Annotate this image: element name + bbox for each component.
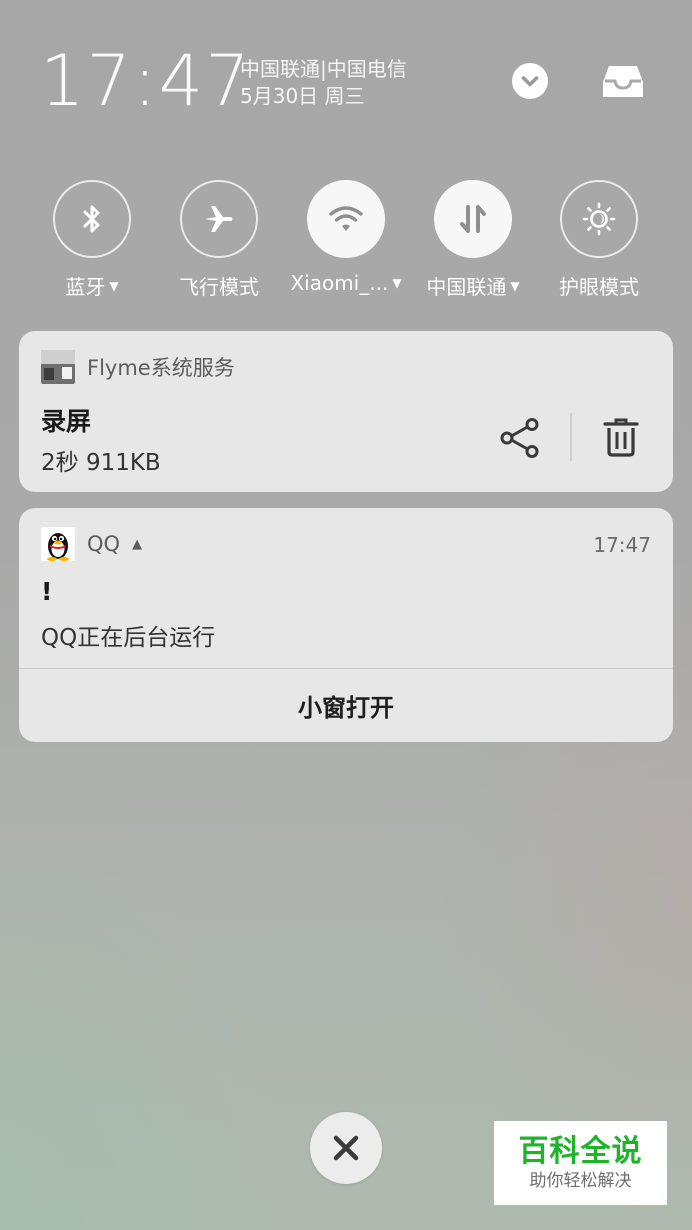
qq-notification[interactable]: QQ ▲ 17:47 ! QQ正在后台运行 小窗打开: [19, 508, 673, 742]
recording-thumbnail: [41, 350, 75, 384]
dropdown-caret-icon: ▼: [109, 278, 119, 293]
clear-all-button[interactable]: [310, 1112, 382, 1184]
collapse-arrow-icon[interactable]: ▲: [132, 537, 142, 552]
toggle-bluetooth-circle[interactable]: [53, 180, 131, 258]
notification-title: 录屏: [41, 407, 92, 436]
share-button[interactable]: [497, 415, 543, 461]
notification-title: !: [41, 577, 53, 606]
toggle-airplane-circle[interactable]: [180, 180, 258, 258]
toggle-eye-care[interactable]: 护眼模式: [544, 180, 654, 300]
notification-body: QQ正在后台运行: [41, 625, 216, 651]
screen-recording-notification[interactable]: Flyme系统服务 录屏 2秒 911KB: [19, 331, 673, 492]
toggle-label: Xiaomi_...: [290, 271, 389, 295]
dropdown-caret-icon: ▼: [392, 276, 402, 290]
watermark-title: 百科全说: [518, 1134, 643, 1169]
app-name: QQ: [87, 532, 121, 556]
expand-button[interactable]: [511, 62, 549, 100]
clock: 17:47: [40, 40, 252, 122]
chevron-down-icon: [512, 63, 548, 99]
date-label: 5月30日 周三: [240, 84, 365, 108]
notification-app-header[interactable]: QQ ▲: [41, 527, 142, 561]
notification-time: 17:47: [593, 533, 651, 557]
bluetooth-icon: [83, 205, 100, 233]
watermark: 百科全说 助你轻松解决: [494, 1121, 667, 1205]
carrier-date-block: 中国联通|中国电信 5月30日 周三: [240, 56, 407, 110]
dropdown-caret-icon: ▼: [510, 278, 520, 293]
mobile-data-icon: [460, 205, 486, 233]
watermark-subtitle: 助你轻松解决: [529, 1171, 632, 1191]
toggle-bluetooth[interactable]: 蓝牙 ▼: [37, 180, 147, 300]
wifi-icon: [329, 206, 363, 231]
close-icon: [333, 1135, 359, 1161]
toggle-label: 蓝牙: [65, 275, 106, 299]
notification-subtitle: 2秒 911KB: [41, 450, 161, 476]
delete-button[interactable]: [599, 414, 643, 460]
toggle-label: 护眼模式: [559, 275, 639, 299]
notification-app-header: Flyme系统服务: [41, 350, 235, 384]
open-small-window-button[interactable]: 小窗打开: [19, 669, 673, 742]
notification-inbox-button[interactable]: [602, 62, 644, 100]
toggle-label: 中国联通: [426, 275, 507, 299]
toggle-mobile-data[interactable]: 中国联通 ▼: [418, 180, 528, 300]
app-name: Flyme系统服务: [87, 356, 235, 380]
toggle-wifi[interactable]: Xiaomi_... ▼: [290, 180, 402, 295]
trash-icon: [603, 418, 639, 457]
toggle-mobile-data-circle[interactable]: [434, 180, 512, 258]
eye-care-icon: [582, 202, 616, 236]
qq-penguin-icon: [41, 527, 75, 561]
share-icon: [500, 418, 539, 458]
carrier-names: 中国联通|中国电信: [240, 57, 407, 81]
inbox-tray-icon: [603, 66, 643, 97]
action-divider: [570, 413, 572, 461]
toggle-eye-care-circle[interactable]: [560, 180, 638, 258]
toggle-label: 飞行模式: [179, 275, 259, 299]
toggle-wifi-circle[interactable]: [307, 180, 385, 258]
toggle-airplane-mode[interactable]: 飞行模式: [164, 180, 274, 300]
airplane-icon: [205, 206, 233, 232]
quick-settings-toggles: 蓝牙 ▼ 飞行模式 Xiaomi_... ▼ 中国联通 ▼ 护眼模式: [0, 180, 692, 310]
